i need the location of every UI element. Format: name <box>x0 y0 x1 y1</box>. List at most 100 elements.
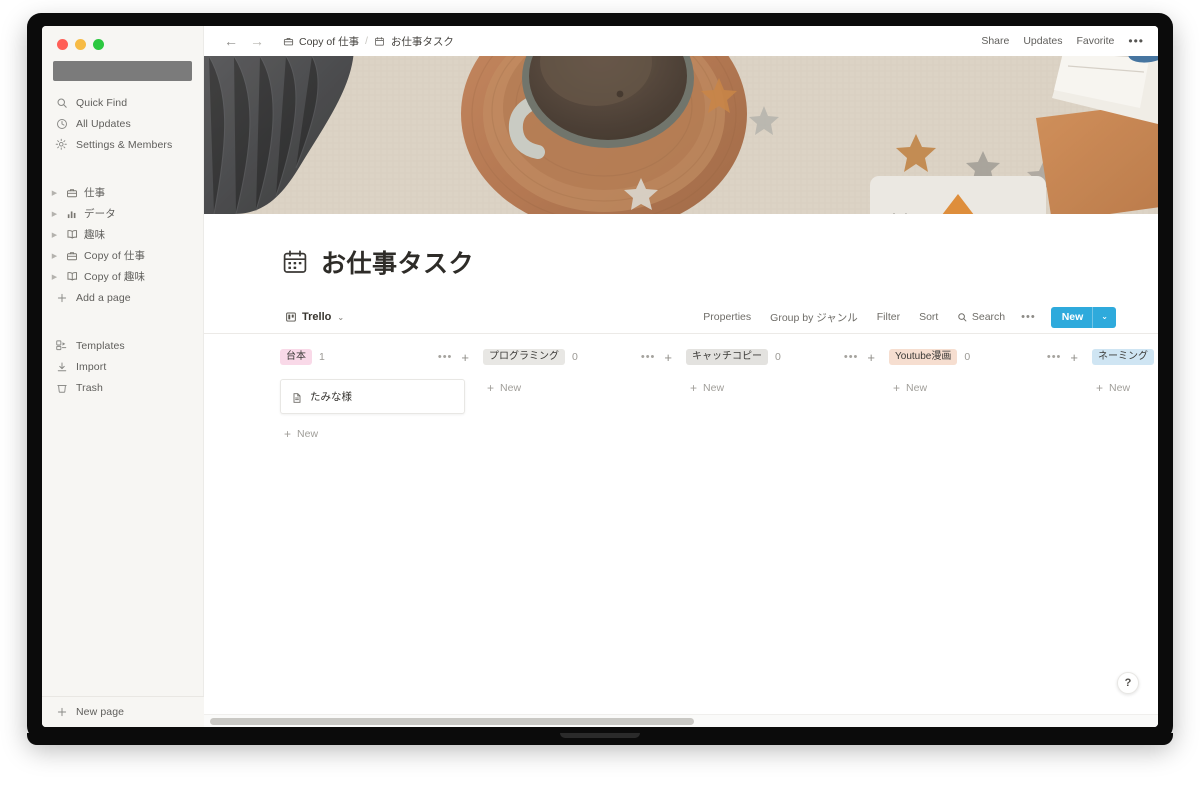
column-new-button[interactable]: + New <box>889 379 931 397</box>
import-icon <box>55 360 68 373</box>
app-window: Quick Find All Updates Settings & Member… <box>42 26 1158 727</box>
share-button[interactable]: Share <box>981 35 1009 47</box>
chevron-right-icon[interactable]: ▶ <box>49 252 60 260</box>
breadcrumb-item-parent[interactable]: Copy of 仕事 <box>278 32 363 51</box>
column-add-icon[interactable]: + <box>867 351 875 364</box>
column-tag[interactable]: キャッチコピー <box>686 349 768 365</box>
page-cover-image[interactable] <box>204 56 1158 214</box>
sidebar-page-shumi[interactable]: ▶ 趣味 <box>42 224 203 245</box>
column-count: 0 <box>572 351 578 363</box>
breadcrumb-separator: / <box>365 35 368 47</box>
horizontal-scrollbar[interactable] <box>204 714 1158 727</box>
sidebar-quick-actions: Quick Find All Updates Settings & Member… <box>42 92 203 155</box>
sidebar-item-trash[interactable]: Trash <box>42 377 203 398</box>
column-add-icon[interactable]: + <box>461 351 469 364</box>
search-button[interactable]: Search <box>954 309 1008 325</box>
topbar: ← → Copy of 仕事 / お仕事タスク Share Updates Fa… <box>204 26 1158 56</box>
board-icon <box>285 311 297 323</box>
page-title-row: お仕事タスク <box>204 214 1158 280</box>
column-tools: ••• + <box>844 351 875 364</box>
column-tag[interactable]: ネーミング <box>1092 349 1154 365</box>
column-new-button[interactable]: + New <box>1092 379 1134 397</box>
board-columns: 台本 1 ••• + たみな様 + New プログラミング 0 ••• + + … <box>204 334 1158 443</box>
properties-button[interactable]: Properties <box>700 309 754 325</box>
sidebar-item-quick-find[interactable]: Quick Find <box>42 92 203 113</box>
chevron-right-icon[interactable]: ▶ <box>49 189 60 197</box>
board-card[interactable]: たみな様 <box>280 379 465 414</box>
board-column: 台本 1 ••• + たみな様 + New <box>280 346 483 443</box>
new-button-label: New <box>1061 310 1084 323</box>
column-more-icon[interactable]: ••• <box>438 351 453 363</box>
sidebar-item-label: Quick Find <box>76 96 128 109</box>
plus-icon: + <box>1096 381 1104 395</box>
page-icon <box>291 391 303 403</box>
sidebar-item-templates[interactable]: Templates <box>42 335 203 356</box>
board-column: キャッチコピー 0 ••• + + New <box>686 346 889 443</box>
chevron-down-icon[interactable]: ⌄ <box>337 313 344 322</box>
column-new-label: New <box>500 382 522 394</box>
sidebar-item-import[interactable]: Import <box>42 356 203 377</box>
group-by-button[interactable]: Group by ジャンル <box>767 308 861 327</box>
forward-button[interactable]: → <box>244 34 270 48</box>
maximize-button[interactable] <box>93 39 104 50</box>
sort-button[interactable]: Sort <box>916 309 941 325</box>
sidebar-item-settings-members[interactable]: Settings & Members <box>42 134 203 155</box>
column-more-icon[interactable]: ••• <box>1047 351 1062 363</box>
breadcrumb-label: お仕事タスク <box>390 35 454 48</box>
sidebar-item-label: Import <box>76 360 107 373</box>
column-add-icon[interactable]: + <box>1070 351 1078 364</box>
sidebar-item-all-updates[interactable]: All Updates <box>42 113 203 134</box>
chevron-right-icon[interactable]: ▶ <box>49 210 60 218</box>
page-title[interactable]: お仕事タスク <box>321 244 474 280</box>
close-button[interactable] <box>57 39 68 50</box>
templates-icon <box>55 339 68 352</box>
column-count: 1 <box>319 351 325 363</box>
calendar-icon <box>374 35 386 47</box>
column-new-button[interactable]: + New <box>280 425 322 443</box>
column-new-label: New <box>297 428 319 440</box>
favorite-button[interactable]: Favorite <box>1076 35 1114 47</box>
column-more-icon[interactable]: ••• <box>844 351 859 363</box>
main-area: ← → Copy of 仕事 / お仕事タスク Share Updates Fa… <box>204 26 1158 727</box>
column-more-icon[interactable]: ••• <box>641 351 656 363</box>
sidebar-page-data[interactable]: ▶ データ <box>42 203 203 224</box>
column-new-button[interactable]: + New <box>483 379 525 397</box>
back-button[interactable]: ← <box>218 34 244 48</box>
chevron-down-icon[interactable]: ⌄ <box>1093 308 1116 326</box>
sidebar-page-copy-of-shigoto[interactable]: ▶ Copy of 仕事 <box>42 245 203 266</box>
briefcase-icon <box>65 250 79 262</box>
plus-icon: + <box>487 381 495 395</box>
column-tools: ••• + <box>1047 351 1078 364</box>
chevron-right-icon[interactable]: ▶ <box>49 231 60 239</box>
column-header: Youtube漫画 0 ••• + <box>889 346 1092 368</box>
briefcase-icon <box>65 187 79 199</box>
workspace-switcher[interactable] <box>53 61 192 81</box>
more-options-icon[interactable]: ••• <box>1128 34 1144 48</box>
column-tag[interactable]: Youtube漫画 <box>889 349 958 365</box>
column-tag[interactable]: 台本 <box>280 349 312 365</box>
clock-icon <box>55 117 68 130</box>
sidebar-add-page-button[interactable]: Add a page <box>42 287 203 308</box>
filter-button[interactable]: Filter <box>874 309 903 325</box>
calendar-icon[interactable] <box>282 249 308 275</box>
column-header: 台本 1 ••• + <box>280 346 483 368</box>
breadcrumb-item-current[interactable]: お仕事タスク <box>370 32 458 51</box>
scrollbar-thumb[interactable] <box>210 718 694 725</box>
column-tag[interactable]: プログラミング <box>483 349 565 365</box>
minimize-button[interactable] <box>75 39 86 50</box>
sidebar-page-copy-of-shumi[interactable]: ▶ Copy of 趣味 <box>42 266 203 287</box>
gear-icon <box>55 138 68 151</box>
new-page-button[interactable]: New page <box>42 697 204 727</box>
tab-trello[interactable]: Trello ⌄ <box>280 308 349 326</box>
sidebar-page-shigoto[interactable]: ▶ 仕事 <box>42 182 203 203</box>
board-column: ネーミング + New <box>1092 346 1158 443</box>
new-item-button[interactable]: New ⌄ <box>1050 306 1116 328</box>
help-button[interactable]: ? <box>1117 672 1139 694</box>
chevron-right-icon[interactable]: ▶ <box>49 273 60 281</box>
trash-icon <box>55 381 68 394</box>
search-icon <box>55 96 68 109</box>
column-new-button[interactable]: + New <box>686 379 728 397</box>
updates-button[interactable]: Updates <box>1023 35 1062 47</box>
view-more-icon[interactable]: ••• <box>1021 311 1036 323</box>
column-add-icon[interactable]: + <box>664 351 672 364</box>
